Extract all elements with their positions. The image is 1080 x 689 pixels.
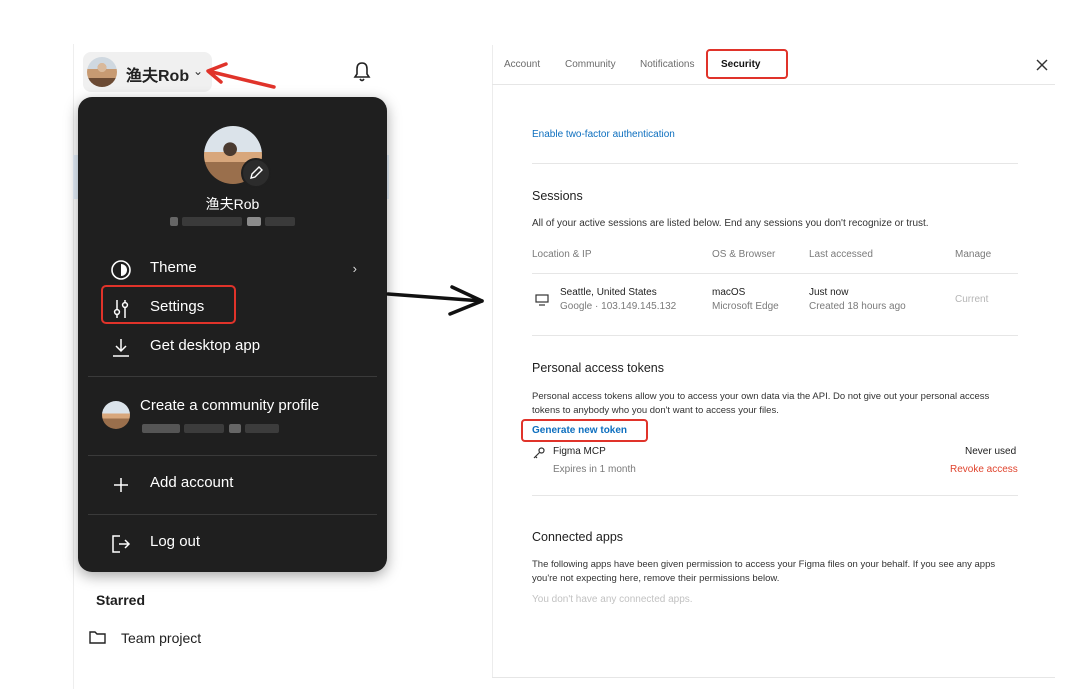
token-name: Figma MCP <box>553 446 606 457</box>
menu-divider <box>88 455 377 456</box>
starred-heading: Starred <box>96 592 146 608</box>
monitor-icon <box>535 293 549 311</box>
tokens-heading: Personal access tokens <box>532 361 665 375</box>
token-expiry: Expires in 1 month <box>553 464 636 475</box>
account-name: 渔夫Rob <box>126 68 190 85</box>
menu-item-create-community-profile[interactable]: Create a community profile <box>140 397 319 414</box>
session-location: Seattle, United States <box>560 287 657 298</box>
tokens-description: Personal access tokens allow you to acce… <box>532 391 990 416</box>
column-header-os: OS & Browser <box>712 249 776 260</box>
menu-item-get-desktop-app[interactable]: Get desktop app <box>90 329 375 365</box>
link-icon <box>532 446 546 464</box>
edit-avatar-button[interactable] <box>241 158 271 188</box>
column-header-manage: Manage <box>955 249 992 260</box>
avatar <box>102 401 130 429</box>
avatar <box>87 57 117 87</box>
logout-icon <box>110 533 132 555</box>
theme-icon <box>110 259 132 281</box>
column-header-last-accessed: Last accessed <box>809 249 873 260</box>
section-divider <box>532 163 1018 164</box>
community-profile-handle-redacted <box>142 420 280 438</box>
annotation-highlight-settings <box>101 285 236 324</box>
menu-item-add-account[interactable]: Add account <box>90 466 375 502</box>
enable-two-factor-link[interactable]: Enable two-factor authentication <box>532 129 675 140</box>
pencil-icon <box>250 166 263 179</box>
modal-bottom-border <box>492 677 1055 678</box>
tab-account[interactable]: Account <box>504 59 540 70</box>
annotation-arrow-black <box>386 283 488 324</box>
menu-item-log-out[interactable]: Log out <box>90 525 375 561</box>
section-divider <box>532 495 1018 496</box>
annotation-highlight-security-tab <box>706 49 788 79</box>
session-browser: Microsoft Edge <box>712 301 779 312</box>
connected-apps-description: The following apps have been given permi… <box>532 559 996 584</box>
plus-icon <box>110 474 132 496</box>
bell-icon[interactable] <box>352 61 372 88</box>
section-divider <box>532 335 1018 336</box>
tab-notifications[interactable]: Notifications <box>640 59 694 70</box>
folder-icon <box>89 630 106 650</box>
chevron-down-icon: ⌄ <box>193 64 204 78</box>
menu-divider <box>88 514 377 515</box>
connected-apps-empty-state: You don't have any connected apps. <box>532 594 693 605</box>
session-current-label: Current <box>955 294 989 305</box>
menu-user-name: 渔夫Rob <box>205 196 260 212</box>
annotation-arrow-red <box>204 60 278 97</box>
token-usage: Never used <box>965 446 1017 457</box>
session-os: macOS <box>712 287 746 298</box>
sessions-heading: Sessions <box>532 189 583 203</box>
tab-community[interactable]: Community <box>565 59 616 70</box>
session-created: Created 18 hours ago <box>809 301 906 312</box>
session-last-accessed: Just now <box>809 287 849 298</box>
annotation-highlight-generate-token <box>521 419 648 442</box>
sidebar-item-team-project[interactable]: Team project <box>121 630 201 646</box>
session-ip: Google · 103.149.145.132 <box>560 301 677 312</box>
sessions-description: All of your active sessions are listed b… <box>532 218 929 229</box>
column-header-location: Location & IP <box>532 249 592 260</box>
download-icon <box>110 337 132 359</box>
connected-apps-heading: Connected apps <box>532 530 624 544</box>
revoke-access-link[interactable]: Revoke access <box>950 464 1018 475</box>
table-divider <box>532 273 1018 274</box>
close-icon[interactable] <box>1034 57 1050 78</box>
chevron-right-icon: › <box>352 261 357 276</box>
menu-divider <box>88 376 377 377</box>
menu-item-theme[interactable]: Theme › <box>90 251 375 287</box>
menu-user-email-redacted <box>160 214 305 228</box>
